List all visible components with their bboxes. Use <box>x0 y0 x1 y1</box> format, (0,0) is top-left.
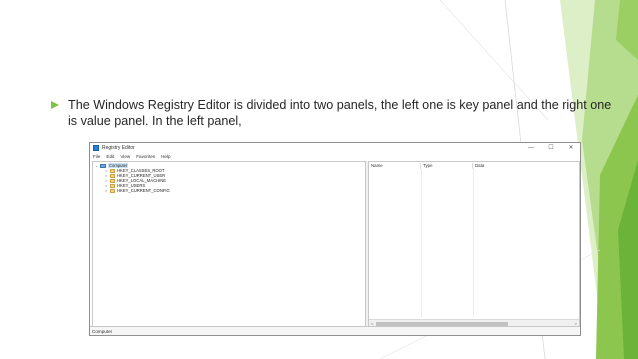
column-divider <box>473 169 474 317</box>
folder-icon <box>110 178 115 183</box>
column-divider <box>421 169 422 317</box>
values-pane[interactable]: Name Type Data < > <box>368 161 580 327</box>
window-title: Registry Editor <box>102 145 135 151</box>
minimize-button[interactable]: — <box>522 143 540 153</box>
close-button[interactable]: ✕ <box>562 143 580 153</box>
folder-icon <box>110 188 115 193</box>
column-header-type[interactable]: Type <box>421 163 473 169</box>
folder-icon <box>110 168 115 173</box>
menu-edit[interactable]: Edit <box>103 153 117 161</box>
menu-help[interactable]: Help <box>158 153 173 161</box>
key-tree-pane[interactable]: ⌄ Computer > HKEY_CLASSES_ROOT > HKEY_CU… <box>92 161 366 327</box>
title-bar: Registry Editor — ☐ ✕ <box>90 143 580 153</box>
scrollbar-thumb[interactable] <box>376 321 508 326</box>
menu-file[interactable]: File <box>90 153 103 161</box>
column-header-data[interactable]: Data <box>473 163 577 169</box>
computer-icon <box>100 163 106 168</box>
menu-bar: File Edit View Favorites Help <box>90 153 580 161</box>
status-bar: Computer <box>90 326 580 335</box>
maximize-button[interactable]: ☐ <box>542 143 560 153</box>
tree-item-label: HKEY_CURRENT_CONFIG <box>117 188 170 193</box>
tree-item-hkey-current-config[interactable]: > HKEY_CURRENT_CONFIG <box>105 188 170 193</box>
menu-favorites[interactable]: Favorites <box>133 153 158 161</box>
horizontal-scrollbar[interactable]: < > <box>369 319 579 326</box>
status-path: Computer <box>92 329 113 334</box>
bullet-text: The Windows Registry Editor is divided i… <box>68 98 612 128</box>
column-header-name[interactable]: Name <box>369 163 421 169</box>
folder-icon <box>110 183 115 188</box>
registry-editor-window: Registry Editor — ☐ ✕ File Edit View Fav… <box>89 142 581 336</box>
folder-icon <box>110 173 115 178</box>
registry-editor-icon <box>93 145 99 151</box>
bullet-row: The Windows Registry Editor is divided i… <box>51 97 631 129</box>
menu-view[interactable]: View <box>117 153 133 161</box>
triangle-bullet-icon <box>51 101 59 109</box>
